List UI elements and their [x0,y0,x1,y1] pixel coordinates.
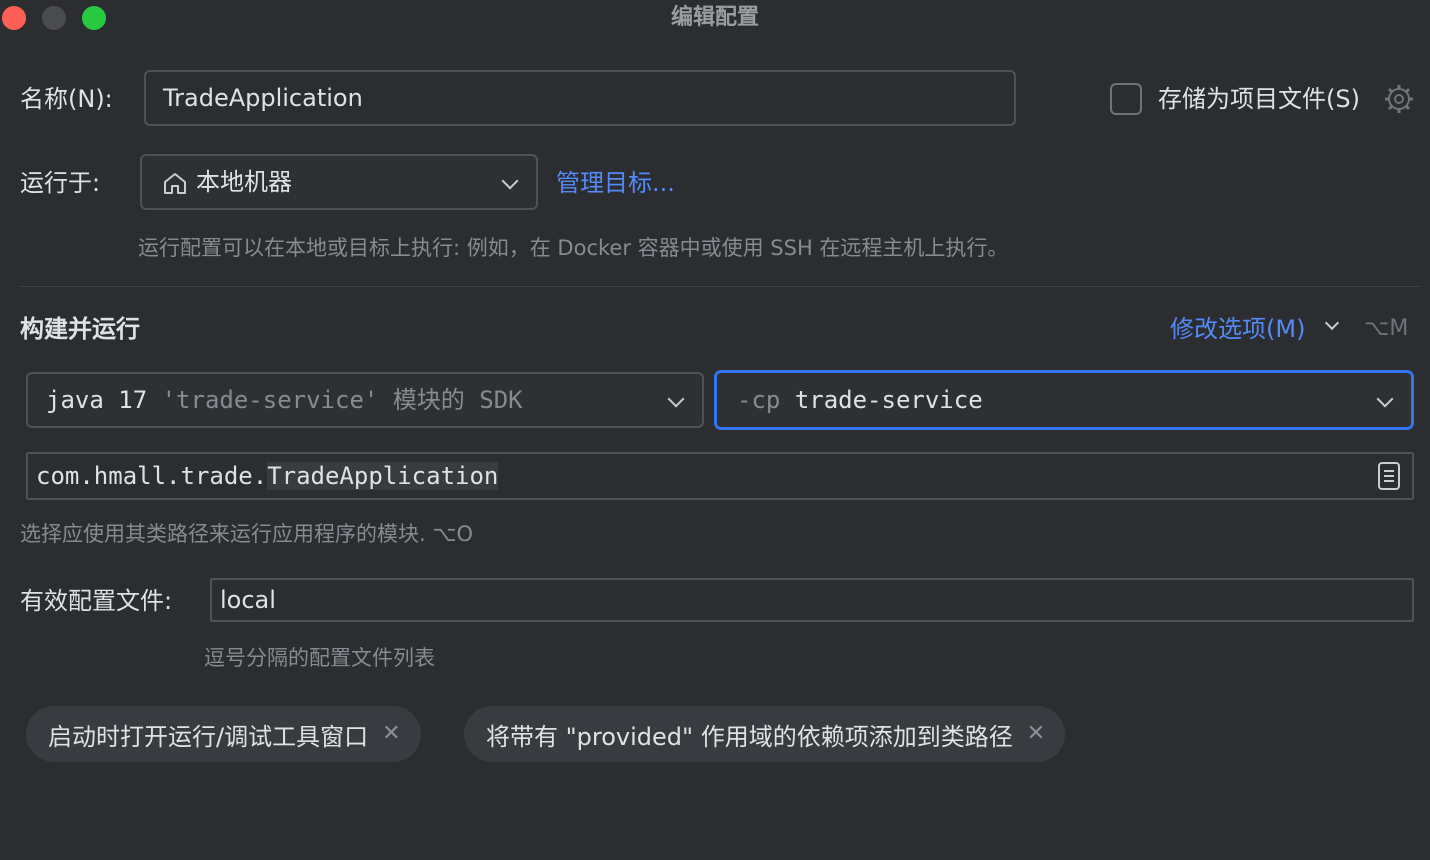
home-icon [164,173,186,194]
store-as-file-checkbox[interactable] [1110,83,1142,115]
store-as-file-label: 存储为项目文件(S) [1158,85,1360,113]
option-tag-label: 将带有 "provided" 作用域的依赖项添加到类路径 [486,722,1013,751]
window-title: 编辑配置 [670,5,759,30]
section-separator [20,286,1420,287]
chevron-down-icon [501,172,519,190]
classpath-chevron-down-icon [1376,390,1394,408]
option-tag-label: 启动时打开运行/调试工具窗口 [48,722,369,751]
manage-targets-link[interactable]: 管理目标... [556,168,675,198]
sdk-chevron-down-icon [667,390,685,408]
main-class-input[interactable]: com.hmall.trade.TradeApplication [26,452,1414,500]
name-label: 名称(N): [20,85,113,113]
sdk-main: java 17 [46,386,148,414]
build-run-title: 构建并运行 [20,315,140,343]
sdk-suffix: 模块的 SDK [392,386,523,414]
profiles-label: 有效配置文件: [20,587,173,615]
profiles-value: local [220,586,276,614]
classpath-module: trade-service [794,386,983,414]
name-input[interactable]: TradeApplication [144,70,1016,126]
close-icon[interactable]: ✕ [382,723,400,745]
run-on-hint: 运行配置可以在本地或目标上执行: 例如，在 Docker 容器中或使用 SSH … [138,236,1009,260]
name-input-value: TradeApplication [163,84,363,112]
classpath-dropdown[interactable]: -cp trade-service [714,370,1414,430]
profiles-input[interactable]: local [210,578,1414,622]
classpath-flag: -cp [737,386,781,414]
option-tag: 将带有 "provided" 作用域的依赖项添加到类路径 ✕ [464,706,1066,762]
run-on-dropdown[interactable]: 本地机器 [140,154,538,210]
profiles-hint: 逗号分隔的配置文件列表 [204,646,435,670]
modify-options-chevron-icon[interactable] [1324,315,1340,331]
sdk-module: 'trade-service' [161,386,379,414]
gear-icon[interactable] [1384,84,1414,114]
sdk-dropdown[interactable]: java 17 'trade-service' 模块的 SDK [26,372,704,428]
main-class-prefix: com.hmall.trade. [36,462,268,490]
run-on-value: 本地机器 [196,168,292,196]
main-class-name: TradeApplication [267,462,499,490]
modify-options-shortcut: ⌥M [1364,316,1409,341]
modify-options-link[interactable]: 修改选项(M) [1170,314,1305,344]
browse-class-icon[interactable] [1376,461,1402,491]
run-on-label: 运行于: [20,169,101,197]
close-icon[interactable]: ✕ [1027,723,1045,745]
classpath-hint: 选择应使用其类路径来运行应用程序的模块. ⌥O [20,522,474,546]
option-tag: 启动时打开运行/调试工具窗口 ✕ [26,706,421,762]
